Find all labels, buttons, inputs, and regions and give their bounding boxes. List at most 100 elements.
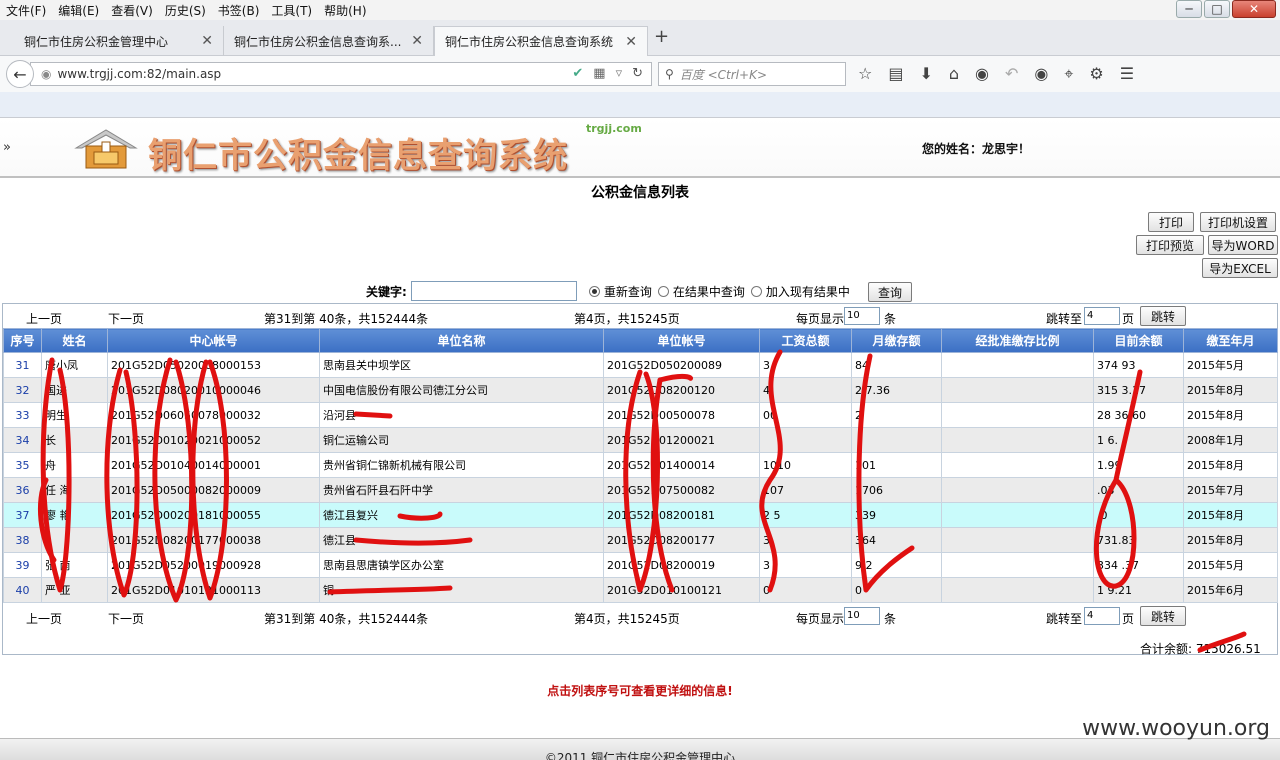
col-unit-name[interactable]: 单位名称	[319, 328, 604, 353]
shield-icon[interactable]: ✔	[572, 66, 583, 81]
cell-seq[interactable]: 36	[3, 477, 42, 503]
tab-2[interactable]: 铜仁市住房公积金信息查询系... ✕	[224, 26, 434, 56]
col-name[interactable]: 姓名	[41, 328, 108, 353]
cell-seq[interactable]: 38	[3, 527, 42, 553]
cell-seq[interactable]: 35	[3, 452, 42, 478]
maximize-icon[interactable]: □	[1204, 0, 1230, 18]
tab-label: 铜仁市住房公积金信息查询系统	[445, 35, 614, 49]
qrcode-icon[interactable]: ▦	[593, 66, 605, 81]
close-icon[interactable]: ✕	[1232, 0, 1276, 18]
cell-paid-to: 2015年5月	[1183, 352, 1278, 378]
close-tab-icon[interactable]: ✕	[201, 33, 213, 49]
printer-setup-button[interactable]: 打印机设置	[1200, 212, 1276, 232]
tab-1[interactable]: 铜仁市住房公积金管理中心 ✕	[0, 26, 224, 56]
radio-label: 加入现有结果中	[765, 284, 850, 299]
jump-button[interactable]: 跳转	[1140, 606, 1186, 626]
window-controls: ─ □ ✕	[1176, 0, 1276, 18]
col-seq[interactable]: 序号	[3, 328, 42, 353]
cell-seq[interactable]: 37	[3, 502, 42, 528]
jump-input[interactable]: 4	[1084, 307, 1120, 325]
tab-3-active[interactable]: 铜仁市住房公积金信息查询系统 ✕	[434, 26, 648, 56]
tab-label: 铜仁市住房公积金信息查询系...	[234, 34, 402, 49]
dropdown-icon[interactable]: ▿	[616, 66, 623, 81]
menu-bookmarks[interactable]: 书签(B)	[212, 2, 266, 19]
radio-append-results[interactable]: 加入现有结果中	[750, 283, 850, 300]
menu-tools[interactable]: 工具(T)	[265, 2, 318, 19]
back-button[interactable]: ←	[6, 60, 34, 88]
menu-file[interactable]: 文件(F)	[0, 2, 52, 19]
close-tab-icon[interactable]: ✕	[411, 33, 423, 49]
cell-unit-account: 201G52D010100121	[603, 577, 760, 603]
cell-ratio	[941, 552, 1094, 578]
cell-name: 长	[41, 427, 108, 453]
total-label: 合计余额:	[1140, 642, 1193, 656]
per-page-input[interactable]: 10	[844, 307, 880, 325]
reload-icon[interactable]: ↻	[632, 66, 643, 81]
cell-paid-to: 2015年8月	[1183, 377, 1278, 403]
radio-query-in-results[interactable]: 在结果中查询	[657, 283, 745, 300]
undo-icon[interactable]: ↶	[1005, 64, 1018, 84]
reading-list-icon[interactable]: ▤	[888, 64, 903, 84]
menu-edit[interactable]: 编辑(E)	[52, 2, 105, 19]
chat-icon[interactable]: ◉	[975, 64, 989, 84]
cell-monthly	[851, 427, 942, 453]
jump-button[interactable]: 跳转	[1140, 306, 1186, 326]
collapse-icon[interactable]: »	[3, 140, 11, 155]
cell-balance: 334 .37	[1093, 552, 1184, 578]
print-preview-button[interactable]: 打印预览	[1136, 235, 1204, 255]
col-monthly[interactable]: 月缴存额	[851, 328, 942, 353]
cell-seq[interactable]: 31	[3, 352, 42, 378]
cell-salary	[759, 427, 852, 453]
bookmark-star-icon[interactable]: ☆	[858, 64, 872, 84]
menu-help[interactable]: 帮助(H)	[318, 2, 372, 19]
cell-unit-account: 201G52D08200120	[603, 377, 760, 403]
cell-seq[interactable]: 39	[3, 552, 42, 578]
export-word-button[interactable]: 导为WORD	[1208, 235, 1278, 255]
cell-seq[interactable]: 32	[3, 377, 42, 403]
cell-ratio	[941, 577, 1094, 603]
col-center-account[interactable]: 中心帐号	[107, 328, 320, 353]
menu-history[interactable]: 历史(S)	[159, 2, 212, 19]
next-page-link[interactable]: 下一页	[108, 610, 144, 627]
col-ratio[interactable]: 经批准缴存比例	[941, 328, 1094, 353]
cell-ratio	[941, 502, 1094, 528]
address-bar[interactable]: ◉ www.trgjj.com:82/main.asp ✔ ▦ ▿ ↻	[30, 62, 652, 86]
menu-view[interactable]: 查看(V)	[105, 2, 159, 19]
cell-balance: .0	[1093, 502, 1184, 528]
query-button[interactable]: 查询	[868, 282, 912, 302]
col-balance[interactable]: 目前余额	[1093, 328, 1184, 353]
cell-seq[interactable]: 33	[3, 402, 42, 428]
per-page-input[interactable]: 10	[844, 607, 880, 625]
jump-input[interactable]: 4	[1084, 607, 1120, 625]
radio-new-query[interactable]: 重新查询	[588, 283, 652, 300]
menu-icon[interactable]: ☰	[1120, 64, 1134, 84]
cell-seq[interactable]: 40	[3, 577, 42, 603]
minimize-icon[interactable]: ─	[1176, 0, 1202, 18]
per-page-unit: 条	[884, 312, 897, 326]
prev-page-link[interactable]: 上一页	[26, 310, 62, 327]
next-page-link[interactable]: 下一页	[108, 310, 144, 327]
close-tab-icon[interactable]: ✕	[625, 34, 637, 50]
cell-unit-name: 思南县关中坝学区	[319, 352, 604, 378]
crop-icon[interactable]: ⌖	[1064, 64, 1073, 84]
home-icon[interactable]: ⌂	[949, 64, 959, 84]
export-excel-button[interactable]: 导为EXCEL	[1202, 258, 1278, 278]
new-tab-icon[interactable]: +	[654, 26, 669, 47]
cell-unit-account: 201G52D00500078	[603, 402, 760, 428]
cell-seq[interactable]: 34	[3, 427, 42, 453]
extension-icon[interactable]: ⚙	[1089, 64, 1103, 84]
keyword-input[interactable]	[410, 281, 577, 301]
col-salary[interactable]: 工资总额	[759, 328, 852, 353]
download-icon[interactable]: ⬇	[919, 64, 932, 84]
comment-icon[interactable]: ◉	[1034, 64, 1048, 84]
per-page-label: 每页显示	[796, 312, 845, 326]
print-button[interactable]: 打印	[1148, 212, 1194, 232]
col-paid-to[interactable]: 缴至年月	[1183, 328, 1278, 353]
prev-page-link[interactable]: 上一页	[26, 610, 62, 627]
table-row: 35 舟 201G52D01040014000001 贵州省铜仁锦新机械有限公司 20…	[3, 452, 1278, 478]
search-box[interactable]: ⚲ 百度 <Ctrl+K>	[658, 62, 846, 86]
col-unit-account[interactable]: 单位帐号	[603, 328, 760, 353]
record-range: 第31到第 40条，共152444条	[264, 612, 429, 626]
cell-ratio	[941, 427, 1094, 453]
record-range: 第31到第 40条，共152444条	[264, 312, 429, 326]
